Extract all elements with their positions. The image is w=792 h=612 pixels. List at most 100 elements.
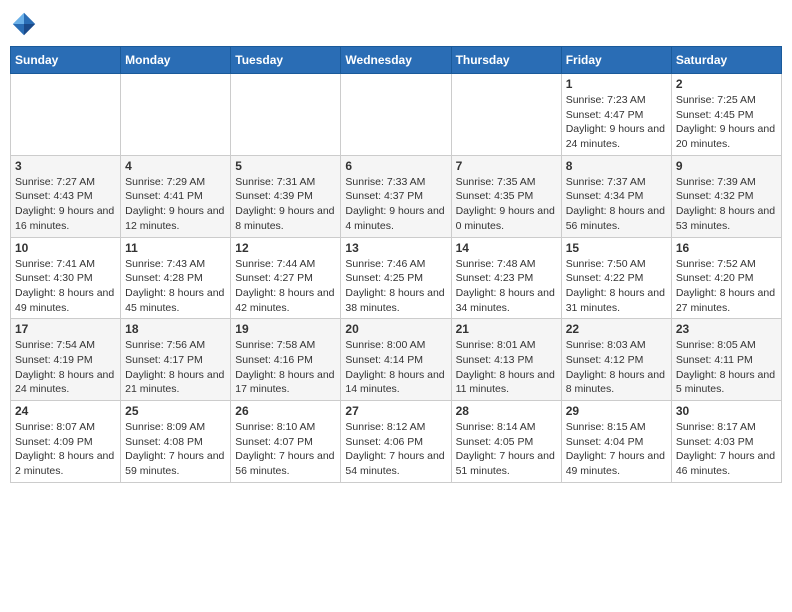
day-number: 16 — [676, 241, 777, 255]
calendar-cell: 19 Sunrise: 7:58 AM Sunset: 4:16 PM Dayli… — [231, 319, 341, 401]
day-info: Sunrise: 7:23 AM Sunset: 4:47 PM Dayligh… — [566, 93, 667, 152]
calendar-cell: 14 Sunrise: 7:48 AM Sunset: 4:23 PM Dayli… — [451, 237, 561, 319]
day-number: 23 — [676, 322, 777, 336]
calendar-cell: 20 Sunrise: 8:00 AM Sunset: 4:14 PM Dayli… — [341, 319, 451, 401]
calendar-cell: 13 Sunrise: 7:46 AM Sunset: 4:25 PM Dayli… — [341, 237, 451, 319]
calendar-week-3: 10 Sunrise: 7:41 AM Sunset: 4:30 PM Dayli… — [11, 237, 782, 319]
day-info: Sunrise: 8:00 AM Sunset: 4:14 PM Dayligh… — [345, 338, 446, 397]
calendar-cell: 4Sunrise: 7:29 AM Sunset: 4:41 PM Daylig… — [121, 155, 231, 237]
day-info: Sunrise: 7:44 AM Sunset: 4:27 PM Dayligh… — [235, 257, 336, 316]
day-number: 24 — [15, 404, 116, 418]
day-number: 13 — [345, 241, 446, 255]
day-info: Sunrise: 7:25 AM Sunset: 4:45 PM Dayligh… — [676, 93, 777, 152]
day-number: 3 — [15, 159, 116, 173]
day-info: Sunrise: 7:37 AM Sunset: 4:34 PM Dayligh… — [566, 175, 667, 234]
calendar-cell: 17 Sunrise: 7:54 AM Sunset: 4:19 PM Dayli… — [11, 319, 121, 401]
header-day-wednesday: Wednesday — [341, 47, 451, 74]
day-info: Sunrise: 7:39 AM Sunset: 4:32 PM Dayligh… — [676, 175, 777, 234]
day-info: Sunrise: 8:05 AM Sunset: 4:11 PM Dayligh… — [676, 338, 777, 397]
header-day-sunday: Sunday — [11, 47, 121, 74]
calendar-cell: 7 Sunrise: 7:35 AM Sunset: 4:35 PM Daylig… — [451, 155, 561, 237]
day-number: 19 — [235, 322, 336, 336]
calendar-cell: 27Sunrise: 8:12 AM Sunset: 4:06 PM Dayli… — [341, 401, 451, 483]
day-info: Sunrise: 7:54 AM Sunset: 4:19 PM Dayligh… — [15, 338, 116, 397]
calendar-week-5: 24 Sunrise: 8:07 AM Sunset: 4:09 PM Dayli… — [11, 401, 782, 483]
calendar-cell: 18 Sunrise: 7:56 AM Sunset: 4:17 PM Dayli… — [121, 319, 231, 401]
day-number: 5 — [235, 159, 336, 173]
day-info: Sunrise: 8:10 AM Sunset: 4:07 PM Dayligh… — [235, 420, 336, 479]
header — [10, 10, 782, 38]
calendar-cell: 26 Sunrise: 8:10 AM Sunset: 4:07 PM Dayli… — [231, 401, 341, 483]
calendar-week-1: 1Sunrise: 7:23 AM Sunset: 4:47 PM Daylig… — [11, 74, 782, 156]
day-info: Sunrise: 8:17 AM Sunset: 4:03 PM Dayligh… — [676, 420, 777, 479]
day-number: 15 — [566, 241, 667, 255]
day-number: 28 — [456, 404, 557, 418]
calendar-cell — [341, 74, 451, 156]
header-day-friday: Friday — [561, 47, 671, 74]
day-info: Sunrise: 7:46 AM Sunset: 4:25 PM Dayligh… — [345, 257, 446, 316]
day-info: Sunrise: 7:27 AM Sunset: 4:43 PM Dayligh… — [15, 175, 116, 234]
calendar-cell: 29 Sunrise: 8:15 AM Sunset: 4:04 PM Dayli… — [561, 401, 671, 483]
header-day-saturday: Saturday — [671, 47, 781, 74]
day-number: 26 — [235, 404, 336, 418]
day-info: Sunrise: 7:52 AM Sunset: 4:20 PM Dayligh… — [676, 257, 777, 316]
day-info: Sunrise: 8:12 AM Sunset: 4:06 PM Dayligh… — [345, 420, 446, 479]
day-number: 30 — [676, 404, 777, 418]
day-info: Sunrise: 7:33 AM Sunset: 4:37 PM Dayligh… — [345, 175, 446, 234]
day-info: Sunrise: 7:56 AM Sunset: 4:17 PM Dayligh… — [125, 338, 226, 397]
day-info: Sunrise: 8:09 AM Sunset: 4:08 PM Dayligh… — [125, 420, 226, 479]
day-number: 12 — [235, 241, 336, 255]
calendar-cell: 1Sunrise: 7:23 AM Sunset: 4:47 PM Daylig… — [561, 74, 671, 156]
day-number: 10 — [15, 241, 116, 255]
calendar-cell: 5 Sunrise: 7:31 AM Sunset: 4:39 PM Daylig… — [231, 155, 341, 237]
logo-icon — [10, 10, 38, 38]
day-number: 7 — [456, 159, 557, 173]
day-number: 9 — [676, 159, 777, 173]
calendar-cell: 16 Sunrise: 7:52 AM Sunset: 4:20 PM Dayli… — [671, 237, 781, 319]
day-number: 6 — [345, 159, 446, 173]
day-number: 4 — [125, 159, 226, 173]
day-info: Sunrise: 8:07 AM Sunset: 4:09 PM Dayligh… — [15, 420, 116, 479]
calendar-cell: 30 Sunrise: 8:17 AM Sunset: 4:03 PM Dayli… — [671, 401, 781, 483]
day-number: 18 — [125, 322, 226, 336]
day-info: Sunrise: 7:43 AM Sunset: 4:28 PM Dayligh… — [125, 257, 226, 316]
calendar-cell: 11 Sunrise: 7:43 AM Sunset: 4:28 PM Dayli… — [121, 237, 231, 319]
day-number: 29 — [566, 404, 667, 418]
day-info: Sunrise: 7:41 AM Sunset: 4:30 PM Dayligh… — [15, 257, 116, 316]
day-number: 21 — [456, 322, 557, 336]
day-number: 17 — [15, 322, 116, 336]
calendar-cell: 24 Sunrise: 8:07 AM Sunset: 4:09 PM Dayli… — [11, 401, 121, 483]
day-number: 25 — [125, 404, 226, 418]
calendar-week-4: 17 Sunrise: 7:54 AM Sunset: 4:19 PM Dayli… — [11, 319, 782, 401]
day-number: 11 — [125, 241, 226, 255]
header-day-monday: Monday — [121, 47, 231, 74]
day-info: Sunrise: 7:50 AM Sunset: 4:22 PM Dayligh… — [566, 257, 667, 316]
calendar-header-row: SundayMondayTuesdayWednesdayThursdayFrid… — [11, 47, 782, 74]
calendar: SundayMondayTuesdayWednesdayThursdayFrid… — [10, 46, 782, 483]
calendar-cell: 9 Sunrise: 7:39 AM Sunset: 4:32 PM Daylig… — [671, 155, 781, 237]
calendar-cell: 12 Sunrise: 7:44 AM Sunset: 4:27 PM Dayli… — [231, 237, 341, 319]
day-number: 8 — [566, 159, 667, 173]
calendar-cell — [231, 74, 341, 156]
calendar-week-2: 3 Sunrise: 7:27 AM Sunset: 4:43 PM Daylig… — [11, 155, 782, 237]
day-info: Sunrise: 8:03 AM Sunset: 4:12 PM Dayligh… — [566, 338, 667, 397]
day-info: Sunrise: 7:58 AM Sunset: 4:16 PM Dayligh… — [235, 338, 336, 397]
day-info: Sunrise: 8:14 AM Sunset: 4:05 PM Dayligh… — [456, 420, 557, 479]
calendar-cell — [451, 74, 561, 156]
calendar-cell: 21 Sunrise: 8:01 AM Sunset: 4:13 PM Dayli… — [451, 319, 561, 401]
day-info: Sunrise: 7:31 AM Sunset: 4:39 PM Dayligh… — [235, 175, 336, 234]
calendar-cell — [11, 74, 121, 156]
calendar-cell: 22 Sunrise: 8:03 AM Sunset: 4:12 PM Dayli… — [561, 319, 671, 401]
header-day-tuesday: Tuesday — [231, 47, 341, 74]
logo — [10, 10, 42, 38]
calendar-cell: 23 Sunrise: 8:05 AM Sunset: 4:11 PM Dayli… — [671, 319, 781, 401]
day-number: 22 — [566, 322, 667, 336]
day-info: Sunrise: 7:35 AM Sunset: 4:35 PM Dayligh… — [456, 175, 557, 234]
day-info: Sunrise: 7:48 AM Sunset: 4:23 PM Dayligh… — [456, 257, 557, 316]
day-info: Sunrise: 8:15 AM Sunset: 4:04 PM Dayligh… — [566, 420, 667, 479]
day-info: Sunrise: 8:01 AM Sunset: 4:13 PM Dayligh… — [456, 338, 557, 397]
day-number: 14 — [456, 241, 557, 255]
header-day-thursday: Thursday — [451, 47, 561, 74]
calendar-cell: 8 Sunrise: 7:37 AM Sunset: 4:34 PM Daylig… — [561, 155, 671, 237]
day-number: 20 — [345, 322, 446, 336]
